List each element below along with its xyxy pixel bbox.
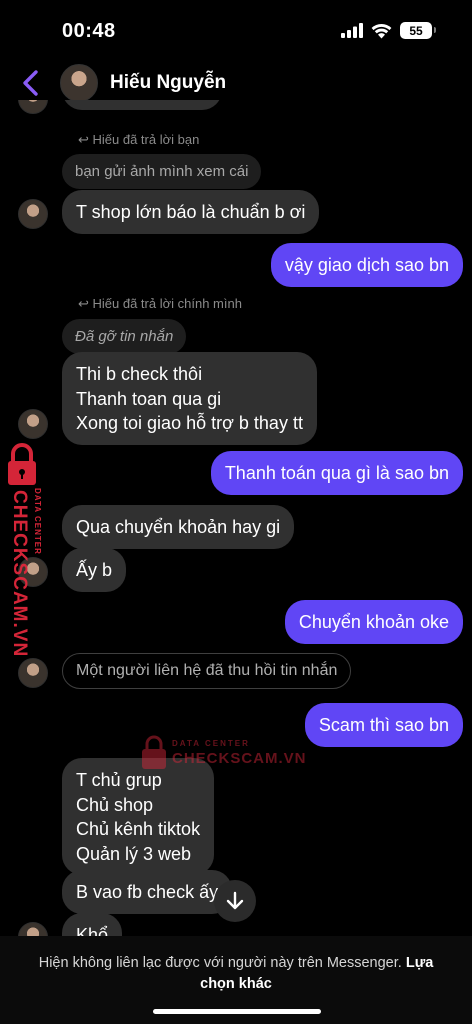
watermark-sub: DATA CENTER	[172, 739, 250, 748]
sender-avatar	[18, 922, 48, 936]
wifi-icon	[371, 23, 392, 38]
footer-notice-text: Hiện không liên lạc được với người này t…	[38, 955, 402, 971]
unavailable-footer: Hiện không liên lạc được với người này t…	[0, 936, 472, 1024]
quoted-message[interactable]: bạn gửi ảnh mình xem cái	[62, 154, 262, 189]
watermark-brand: CHECKSCAM.VN	[9, 490, 30, 658]
footer-notice: Hiện không liên lạc được với người này t…	[20, 953, 452, 995]
quoted-unsent-message[interactable]: Đã gỡ tin nhắn	[62, 319, 187, 354]
sender-avatar	[18, 100, 48, 114]
scroll-to-bottom-button[interactable]	[214, 880, 256, 922]
sender-avatar	[18, 199, 48, 229]
status-bar: 00:48 55	[0, 0, 472, 60]
home-indicator[interactable]	[153, 1009, 321, 1014]
message-line: Chủ shop	[76, 794, 154, 815]
reply-indicator-text: Hiếu đã trả lời chính mình	[92, 296, 242, 311]
back-button[interactable]	[18, 68, 46, 98]
incoming-message[interactable]: Qua chuyển khoản hay gi	[62, 505, 295, 549]
message-bubble-clipped	[62, 100, 222, 110]
message-list[interactable]: ↩ Hiếu đã trả lời bạn bạn gửi ảnh mình x…	[0, 100, 472, 936]
watermark-lock-icon	[142, 735, 166, 769]
arrow-down-icon	[226, 891, 244, 910]
incoming-message[interactable]: Khổ	[62, 913, 123, 936]
outgoing-message[interactable]: Scam thì sao bn	[304, 703, 463, 747]
chevron-left-icon	[23, 70, 38, 96]
incoming-message-multiline[interactable]: Thi b check thôi Thanh toan qua gi Xong …	[62, 352, 317, 445]
reply-indicator: ↩ Hiếu đã trả lời chính mình	[78, 296, 242, 311]
battery-level: 55	[409, 23, 423, 38]
sender-avatar	[18, 658, 48, 688]
watermark-sub: DATA CENTER	[33, 488, 42, 555]
contact-avatar[interactable]	[60, 64, 98, 102]
incoming-message-multiline[interactable]: T chủ grup Chủ shop Chủ kênh tiktok Quản…	[62, 758, 215, 875]
status-icons: 55	[341, 22, 436, 39]
reply-indicator: ↩ Hiếu đã trả lời bạn	[78, 132, 200, 147]
incoming-message[interactable]: T shop lớn báo là chuẩn b ơi	[62, 190, 320, 234]
outgoing-message[interactable]: vậy giao dịch sao bn	[270, 243, 463, 287]
contact-name[interactable]: Hiếu Nguyễn	[110, 72, 226, 94]
message-line: Thi b check thôi	[76, 364, 203, 384]
watermark-brand: CHECKSCAM.VN	[172, 750, 307, 767]
battery-indicator: 55	[400, 22, 436, 39]
unsent-message-notice: Một người liên hệ đã thu hồi tin nhắn	[62, 653, 352, 689]
message-line: Xong toi giao hỗ trợ b thay tt	[76, 413, 303, 433]
signal-icon	[341, 23, 363, 38]
outgoing-message[interactable]: Chuyển khoản oke	[284, 600, 463, 644]
sender-avatar	[18, 409, 48, 439]
reply-indicator-text: Hiếu đã trả lời bạn	[92, 132, 200, 147]
message-line: Chủ kênh tiktok	[76, 819, 201, 839]
status-time: 00:48	[62, 20, 116, 42]
incoming-message[interactable]: B vao fb check ấy	[62, 870, 233, 914]
watermark-vertical: CHECKSCAM.VN DATA CENTER	[4, 442, 56, 657]
message-line: Quản lý 3 web	[76, 843, 192, 864]
message-line: Thanh toan qua gi	[76, 388, 222, 409]
watermark-center: DATA CENTER CHECKSCAM.VN	[140, 735, 306, 775]
incoming-message[interactable]: Ấy b	[62, 548, 127, 592]
outgoing-message[interactable]: Thanh toán qua gì là sao bn	[210, 451, 463, 495]
quoted-unsent-text: Đã gỡ tin nhắn	[75, 328, 174, 345]
